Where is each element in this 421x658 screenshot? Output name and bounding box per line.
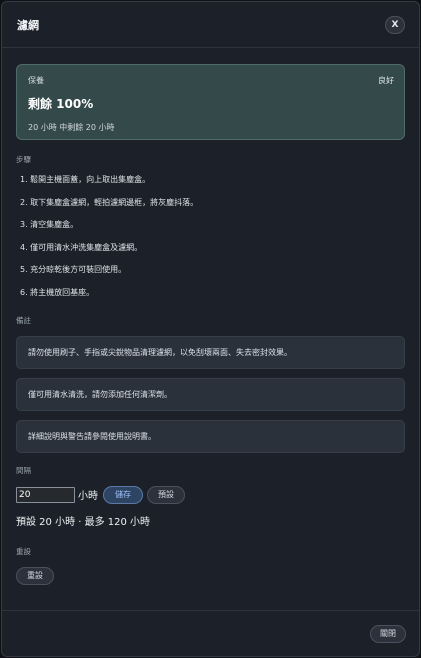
status-state: 良好 (378, 76, 394, 85)
remaining-hours: 20 小時 中剩餘 20 小時 (28, 123, 115, 132)
interval-label: 間隔 (16, 465, 31, 475)
maintenance-status-card: 保養 良好 剩餘 100% 20 小時 中剩餘 20 小時 (16, 64, 405, 140)
interval-input[interactable] (16, 486, 75, 503)
close-button[interactable]: 關閉 (370, 624, 406, 643)
notes-list: 請勿使用刷子、手指或尖銳物品清理濾網，以免刮壞兩面、失去密封效果。 僅可用清水清… (16, 335, 405, 453)
interval-hint: 預設 20 小時 · 最多 120 小時 (16, 516, 151, 528)
status-header: 保養 良好 (28, 75, 394, 86)
save-button[interactable]: 儲存 (103, 485, 143, 504)
interval-row: 小時 儲存 預設 (16, 485, 405, 504)
preset-button[interactable]: 預設 (147, 485, 185, 504)
step-item: 6. 將主機放回基座。 (20, 287, 95, 297)
note-item: 詳細說明與警告請參閱使用說明書。 (16, 419, 405, 453)
note-item: 請勿使用刷子、手指或尖銳物品清理濾網，以免刮壞兩面、失去密封效果。 (16, 335, 405, 369)
steps-list: 1. 鬆開主機面蓋，向上取出集塵盒。 2. 取下集塵盒濾網，輕拍濾網邊框，將灰塵… (16, 174, 405, 310)
interval-unit: 小時 (78, 491, 98, 503)
reset-label: 重設 (16, 546, 31, 556)
step-item: 5. 充分晾乾後方可裝回使用。 (20, 265, 127, 275)
step-item: 1. 鬆開主機面蓋，向上取出集塵盒。 (20, 175, 151, 184)
close-icon[interactable]: X (385, 15, 405, 34)
filter-dialog: 濾網 X 保養 良好 剩餘 100% 20 小時 中剩餘 20 小時 步驟 1.… (1, 1, 420, 657)
note-item: 僅可用清水清洗，請勿添加任何清潔劑。 (16, 377, 405, 411)
remaining-percent: 剩餘 100% (28, 97, 94, 111)
dialog-body: 保養 良好 剩餘 100% 20 小時 中剩餘 20 小時 步驟 1. 鬆開主機… (2, 48, 419, 585)
reset-button[interactable]: 重設 (16, 566, 54, 585)
dialog-footer: 關閉 (2, 610, 419, 656)
steps-label: 步驟 (16, 155, 31, 164)
status-label: 保養 (28, 76, 44, 85)
dialog-title: 濾網 (17, 18, 39, 32)
step-item: 4. 僅可用清水沖洗集塵盒及濾網。 (20, 242, 143, 252)
notes-label: 備註 (16, 315, 31, 325)
step-item: 3. 清空集塵盒。 (20, 220, 79, 230)
step-item: 2. 取下集塵盒濾網，輕拍濾網邊框，將灰塵抖落。 (20, 197, 199, 207)
dialog-header: 濾網 X (2, 2, 419, 48)
